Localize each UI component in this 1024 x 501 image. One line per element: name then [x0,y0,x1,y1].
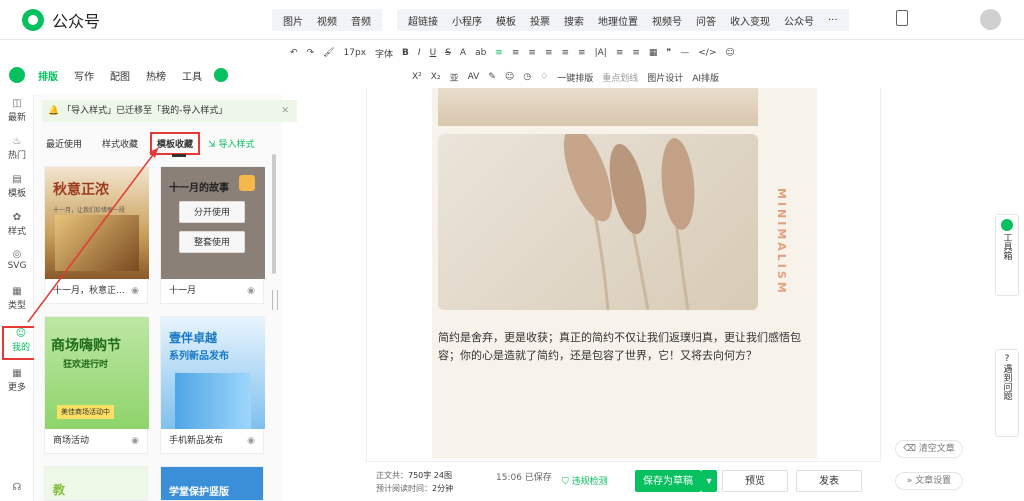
read-time: 预计阅读时间：2分钟 [376,484,454,493]
save-draft-button[interactable]: 保存为草稿 [635,470,701,492]
chevron-down-icon[interactable]: ▾ [701,470,717,492]
toolbox-button[interactable]: 工具箱 [995,214,1019,296]
preview-button[interactable]: 预览 [722,470,788,492]
article-settings-button[interactable]: » 文章设置 [895,472,963,490]
image-top [438,88,758,126]
word-count: 正文共：750字 24图 [376,471,452,480]
trash-icon: ⌫ [903,444,919,454]
article-image[interactable] [438,126,758,311]
document-canvas[interactable]: MINIMALISM 简约是舍弃，更是收获；真正的简约不仅让我们返璞归真，更让我… [432,88,817,458]
pampas-grass-image [563,126,695,311]
question-icon: ? [1004,354,1010,364]
article-paragraph[interactable]: 简约是舍弃，更是收获；真正的简约不仅让我们返璞归真，更让我们感悟包容；你的心是造… [438,329,806,365]
panel-resize-handle[interactable] [272,290,278,310]
publish-button[interactable]: 发表 [796,470,862,492]
toolbox-icon [1001,219,1013,231]
vertical-caption: MINIMALISM [775,188,788,296]
settings-icon: » [906,476,916,486]
compliance-check[interactable]: ⛉ 违规检测 [562,474,608,487]
shield-icon: ⛉ [562,477,572,487]
save-status: 15:06 已保存 [496,473,552,483]
clear-article-button[interactable]: ⌫ 清空文章 [895,440,963,458]
bottom-bar: 正文共：750字 24图 预计阅读时间：2分钟 15:06 已保存 ⛉ 违规检测… [366,461,881,501]
help-button[interactable]: ? 遇到问题 [995,349,1019,437]
